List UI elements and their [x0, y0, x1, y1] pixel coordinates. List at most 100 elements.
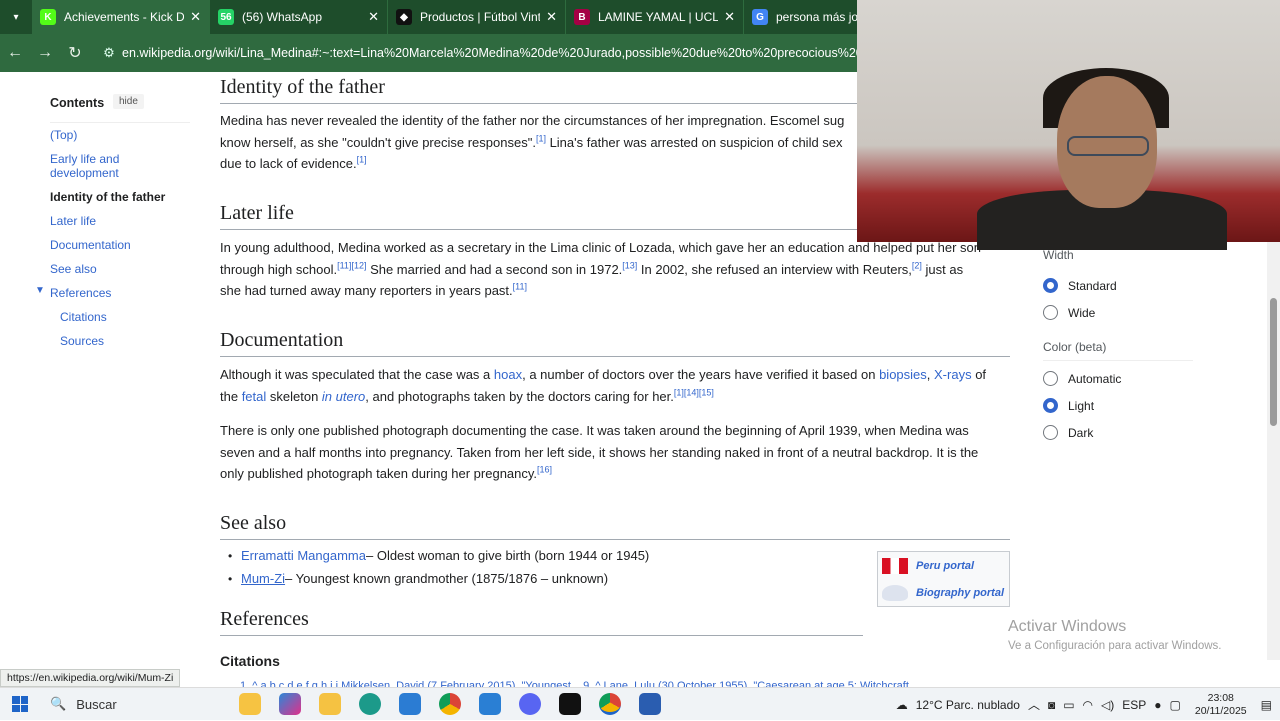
file-explorer-icon[interactable]: [310, 688, 350, 721]
list-item-text: – Youngest known grandmother (1875/1876 …: [285, 571, 609, 586]
citation-link[interactable]: [13]: [622, 260, 637, 270]
tab-close-icon[interactable]: ✕: [190, 9, 201, 25]
volume-icon[interactable]: ◁): [1101, 698, 1114, 712]
camera-icon[interactable]: ◙: [1048, 698, 1055, 712]
citation-link[interactable]: [16]: [537, 465, 552, 475]
webcam-overlay: [857, 0, 1280, 250]
chrome-running-icon[interactable]: [590, 688, 630, 721]
barcelona-icon: B: [574, 9, 590, 25]
toc-item-see-also[interactable]: See also: [50, 262, 97, 276]
weather-icon[interactable]: ☁: [896, 698, 908, 712]
toc-item-later-life[interactable]: Later life: [50, 214, 96, 228]
weather-text[interactable]: 12°C Parc. nublado: [916, 698, 1020, 712]
toc-item-documentation[interactable]: Documentation: [50, 238, 131, 252]
kick-app-icon[interactable]: [550, 688, 590, 721]
tab-close-icon[interactable]: ✕: [546, 9, 557, 25]
tab-title: Productos | Fútbol Vintage: [420, 10, 541, 24]
link-fetal[interactable]: fetal: [242, 389, 267, 404]
search-icon: 🔍: [50, 696, 67, 711]
tab-close-icon[interactable]: ✕: [724, 9, 735, 25]
windows-taskbar: 🔍 Buscar ☁ 12°C Parc. nublado ︿ ◙ ▭ ◠ ◁) …: [0, 687, 1280, 720]
widgets-icon[interactable]: [230, 688, 270, 721]
color-option-light[interactable]: Light: [1043, 398, 1094, 413]
link-hoax[interactable]: hoax: [494, 367, 522, 382]
toc-item-identity-father[interactable]: Identity of the father: [50, 190, 165, 204]
text-line: ,: [926, 367, 935, 382]
color-option-dark[interactable]: Dark: [1043, 425, 1093, 440]
bullet: •: [228, 548, 233, 563]
taskbar-search[interactable]: 🔍 Buscar: [40, 688, 230, 721]
divider: [1043, 360, 1193, 361]
color-option-automatic[interactable]: Automatic: [1043, 371, 1121, 386]
site-info-icon[interactable]: ⚙: [96, 45, 122, 61]
text-line: There is only one published photograph d…: [220, 423, 969, 438]
link-in-utero[interactable]: in utero: [322, 389, 365, 404]
wifi-icon[interactable]: ◠: [1083, 698, 1093, 712]
citation-link[interactable]: [11][12]: [337, 260, 366, 270]
toc-item-references[interactable]: References: [50, 286, 111, 300]
url-text: en.wikipedia.org/wiki/Lina_Medina#:~:tex…: [122, 46, 907, 60]
heading-documentation: Documentation: [220, 329, 1010, 357]
calculator-icon[interactable]: [630, 688, 670, 721]
watermark-subtitle: Ve a Configuración para activar Windows.: [1008, 640, 1222, 652]
width-option-standard[interactable]: Standard: [1043, 278, 1117, 293]
tray-chevron-icon[interactable]: ︿: [1028, 696, 1040, 713]
peru-flag-icon: [882, 558, 908, 574]
citation-link[interactable]: [2]: [912, 260, 922, 270]
browser-tab[interactable]: 56 (56) WhatsApp ✕: [210, 0, 388, 34]
see-also-list: • Erramatti Mangamma – Oldest woman to gi…: [220, 544, 820, 590]
clock[interactable]: 23:08 20/11/2025: [1195, 692, 1247, 718]
citation-link[interactable]: [1][14][15]: [674, 387, 714, 397]
toc-divider: [50, 122, 190, 123]
tab-search-chevron-icon[interactable]: ▾: [0, 0, 32, 34]
start-button[interactable]: [0, 696, 40, 712]
tab-close-icon[interactable]: ✕: [368, 9, 379, 25]
width-option-wide[interactable]: Wide: [1043, 305, 1095, 320]
toc-item-early-life[interactable]: Early life and development: [50, 152, 150, 180]
discord-icon[interactable]: [510, 688, 550, 721]
radio[interactable]: [1043, 305, 1058, 320]
edge-icon[interactable]: [350, 688, 390, 721]
browser-tab[interactable]: ◆ Productos | Fútbol Vintage ✕: [388, 0, 566, 34]
citation-link[interactable]: [1]: [357, 155, 367, 165]
option-label: Wide: [1068, 305, 1096, 320]
back-icon[interactable]: ←: [0, 38, 30, 68]
radio-selected[interactable]: [1043, 278, 1058, 293]
forward-icon[interactable]: →: [30, 38, 60, 68]
paragraph-later-life: In young adulthood, Medina worked as a s…: [220, 237, 1010, 302]
link-biography-portal[interactable]: Biography portal: [916, 587, 1004, 599]
citation-link[interactable]: [11]: [513, 282, 527, 292]
radio[interactable]: [1043, 371, 1058, 386]
radio-selected[interactable]: [1043, 398, 1058, 413]
monitor-icon[interactable]: ▢: [1170, 698, 1181, 712]
text-line: just as: [921, 261, 964, 277]
vscode-icon[interactable]: [470, 688, 510, 721]
browser-tab[interactable]: K Achievements - Kick Dashb ✕: [32, 0, 210, 34]
toc-item-citations[interactable]: Citations: [60, 310, 107, 324]
link-mum-zi[interactable]: Mum-Zi: [241, 571, 285, 586]
link-x-rays[interactable]: X-rays: [934, 367, 972, 382]
scrollbar-thumb[interactable]: [1270, 298, 1277, 426]
link-erramatti-mangamma[interactable]: Erramatti Mangamma: [241, 548, 366, 563]
battery-icon[interactable]: ▭: [1063, 698, 1074, 712]
toc-hide-button[interactable]: hide: [113, 94, 144, 109]
store-icon[interactable]: [390, 688, 430, 721]
link-biopsies[interactable]: biopsies: [879, 367, 927, 382]
link-peru-portal[interactable]: Peru portal: [916, 560, 974, 572]
copilot-icon[interactable]: [270, 688, 310, 721]
reload-icon[interactable]: ↻: [60, 38, 90, 68]
text-line: know herself, as she "couldn't give prec…: [220, 134, 536, 150]
chrome-icon[interactable]: [430, 688, 470, 721]
mic-icon[interactable]: ●: [1154, 698, 1161, 712]
toc-item-top[interactable]: (Top): [50, 128, 77, 142]
table-of-contents: Contents hide (Top) Early life and devel…: [0, 72, 200, 660]
system-tray: ☁ 12°C Parc. nublado ︿ ◙ ▭ ◠ ◁) ESP ● ▢ …: [896, 688, 1280, 721]
toc-expand-chevron-icon[interactable]: ▼: [35, 285, 45, 296]
page-scrollbar[interactable]: [1267, 242, 1280, 660]
citation-link[interactable]: [1]: [536, 133, 546, 143]
notification-icon[interactable]: ▤: [1261, 698, 1272, 712]
language-indicator[interactable]: ESP: [1122, 698, 1146, 712]
browser-tab[interactable]: B LAMINE YAMAL | UCL Cam ✕: [566, 0, 744, 34]
toc-item-sources[interactable]: Sources: [60, 334, 104, 348]
radio[interactable]: [1043, 425, 1058, 440]
